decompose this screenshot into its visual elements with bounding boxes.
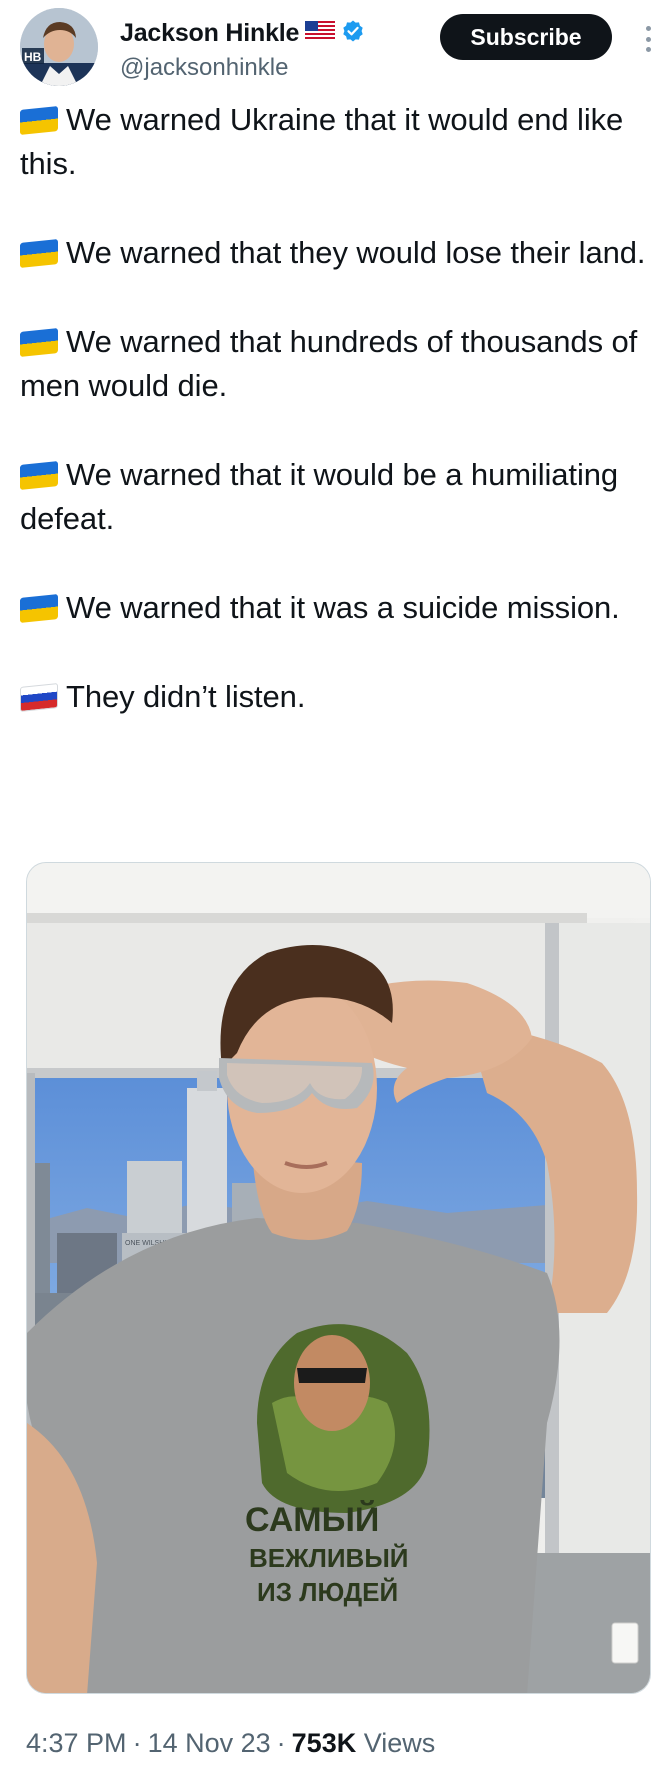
ukraine-flag-icon [20,594,58,623]
tweet-line: We warned that it was a suicide mission. [20,586,660,630]
avatar-image: HB [20,8,98,86]
ukraine-flag-icon [20,328,58,357]
verified-badge-icon [341,19,365,48]
tweet-line: We warned that it would be a humiliating… [20,453,660,541]
tweet-date[interactable]: 14 Nov 23 [148,1728,271,1758]
tweet-line: We warned that they would lose their lan… [20,231,660,275]
tweet-time[interactable]: 4:37 PM [26,1728,127,1758]
russia-flag-icon [20,683,58,712]
tweet-line-text: We warned Ukraine that it would end like… [20,102,624,181]
tweet-line-text: We warned that it was a suicide mission. [66,590,620,625]
shirt-text-line-2: ВЕЖЛИВЫЙ [249,1543,408,1573]
views-label: Views [363,1728,436,1758]
tweet-line-text: We warned that hundreds of thousands of … [20,324,638,403]
views-count[interactable]: 753K [292,1728,357,1758]
author-display-name[interactable]: Jackson Hinkle [120,19,299,48]
selfie-photo: ONE WILSHIRE САМЫЙ ВЕЖЛИВЫЙ ИЗ ЛЮДЕЙ [27,863,650,1693]
tweet-media-photo[interactable]: ONE WILSHIRE САМЫЙ ВЕЖЛИВЫЙ ИЗ ЛЮДЕЙ [26,862,651,1694]
tweet-header: HB Jackson Hinkle @jacksonhinkle Subscri… [20,8,660,88]
meta-separator: · [132,1728,142,1758]
tweet-line: We warned that hundreds of thousands of … [20,320,660,408]
us-flag-icon [305,20,336,46]
tweet-meta: 4:37 PM · 14 Nov 23 · 753K Views [26,1728,435,1759]
shirt-text-line-1: САМЫЙ [245,1500,379,1539]
ukraine-flag-icon [20,461,58,490]
tweet-line: We warned Ukraine that it would end like… [20,98,660,186]
tweet-text: We warned Ukraine that it would end like… [20,98,660,764]
avatar-badge-text: HB [24,50,42,64]
tweet-line: They didn’t listen. [20,675,660,719]
tweet-line-text: We warned that they would lose their lan… [66,235,646,270]
tweet-line-text: We warned that it would be a humiliating… [20,457,619,536]
ukraine-flag-icon [20,239,58,268]
avatar[interactable]: HB [20,8,98,86]
tweet-line-text: They didn’t listen. [66,679,306,714]
subscribe-button[interactable]: Subscribe [440,14,612,60]
more-vertical-icon[interactable] [638,22,658,56]
tweet-post: HB Jackson Hinkle @jacksonhinkle Subscri… [0,0,667,1778]
author-name-row: Jackson Hinkle [120,16,365,50]
shirt-text-line-3: ИЗ ЛЮДЕЙ [257,1577,398,1607]
author-handle[interactable]: @jacksonhinkle [120,54,288,82]
meta-separator: · [276,1728,286,1758]
ukraine-flag-icon [20,106,58,135]
